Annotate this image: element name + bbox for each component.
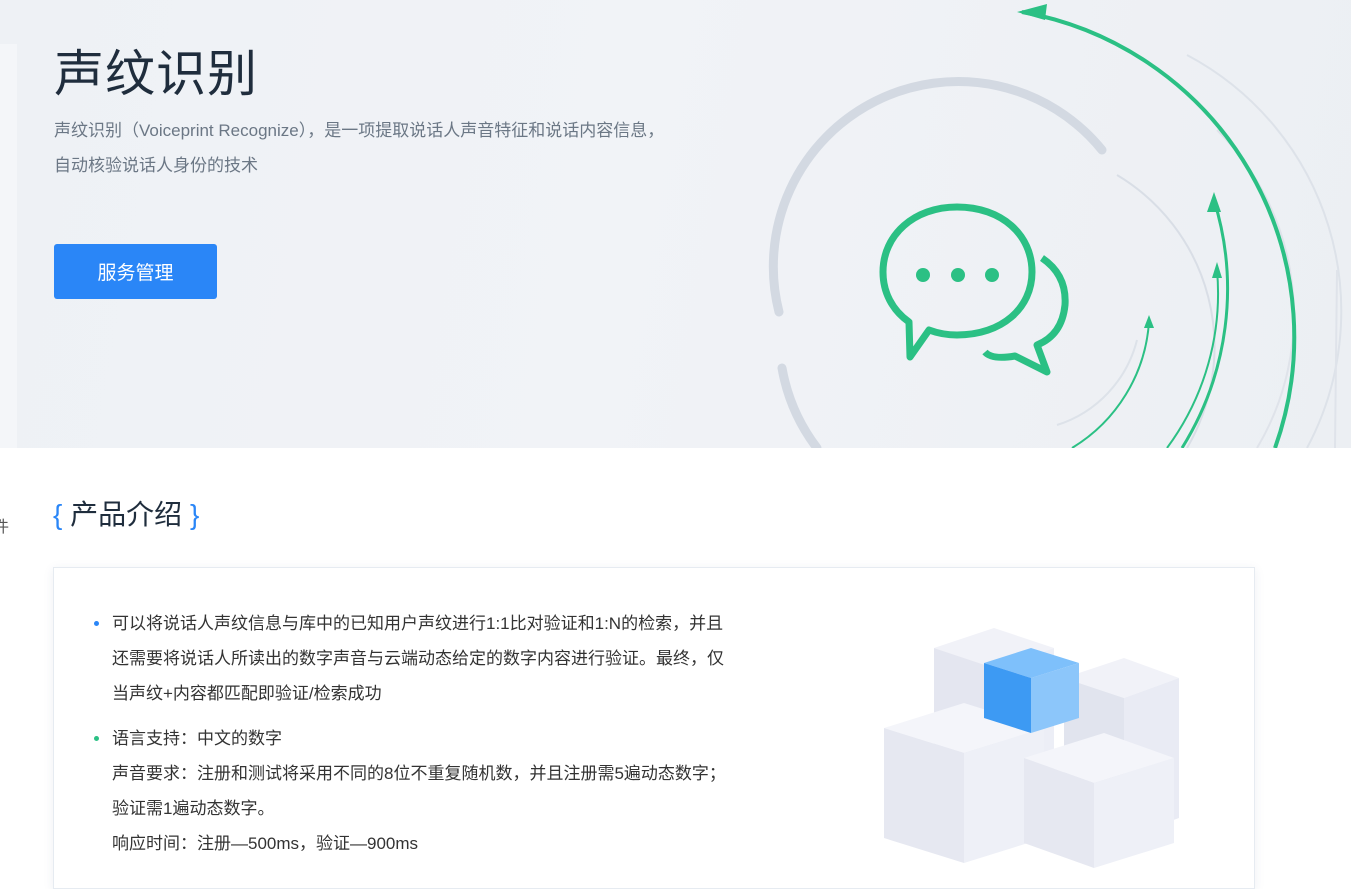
faint-arc-1 (1116, 174, 1216, 448)
feature-item: 语言支持：中文的数字 声音要求：注册和测试将采用不同的8位不重复随机数，并且注册… (94, 721, 734, 861)
section-title: { 产品介绍 } (53, 493, 199, 533)
sidebar-tab[interactable] (0, 0, 17, 44)
page-title: 声纹识别 (54, 46, 258, 102)
green-arc-inner (1166, 269, 1220, 448)
language-support-text: 语言支持：中文的数字 (112, 729, 282, 748)
service-management-button[interactable]: 服务管理 (54, 244, 217, 299)
bullet-dot (94, 621, 99, 626)
voice-requirement-text: 声音要求：注册和测试将采用不同的8位不重复随机数，并且注册需5遍动态数字；验证需… (112, 764, 726, 818)
section-brace-close: } (189, 499, 200, 530)
faint-arc-4 (1334, 269, 1338, 448)
green-arc-outer (1021, 10, 1297, 448)
bullet-dot (94, 736, 99, 741)
faint-arc-5 (1056, 339, 1138, 426)
hero-banner: 声纹识别 声纹识别（Voiceprint Recognize），是一项提取说话人… (17, 0, 1351, 448)
feature-list: 可以将说话人声纹信息与库中的已知用户声纹进行1:1比对验证和1:N的检索，并且还… (94, 606, 734, 871)
response-time-text: 响应时间：注册—500ms，验证—900ms (112, 834, 419, 853)
stacked-cubes-illustration (884, 628, 1179, 868)
green-arrow-outer (1017, 4, 1047, 20)
product-intro-card: 可以将说话人声纹信息与库中的已知用户声纹进行1:1比对验证和1:N的检索，并且还… (53, 567, 1255, 889)
sidebar-panel (0, 44, 17, 448)
left-sidebar-edge (0, 0, 17, 859)
section-brace-open: { (53, 499, 63, 530)
hero-description: 声纹识别（Voiceprint Recognize），是一项提取说话人声音特征和… (54, 121, 665, 175)
section-title-text: 产品介绍 (70, 499, 183, 530)
chat-bubbles-icon (879, 203, 1069, 376)
feature-item: 可以将说话人声纹信息与库中的已知用户声纹进行1:1比对验证和1:N的检索，并且还… (94, 606, 734, 711)
green-arrow-mid (1207, 192, 1221, 212)
green-arrow-small (1144, 315, 1154, 328)
feature-text: 可以将说话人声纹信息与库中的已知用户声纹进行1:1比对验证和1:N的检索，并且还… (112, 614, 724, 703)
grey-ring-arc (768, 77, 1107, 317)
sidebar-partial-label[interactable]: 件 (0, 513, 9, 537)
green-arrow-inner (1212, 262, 1222, 278)
grey-ring-arc-lower (777, 363, 822, 448)
